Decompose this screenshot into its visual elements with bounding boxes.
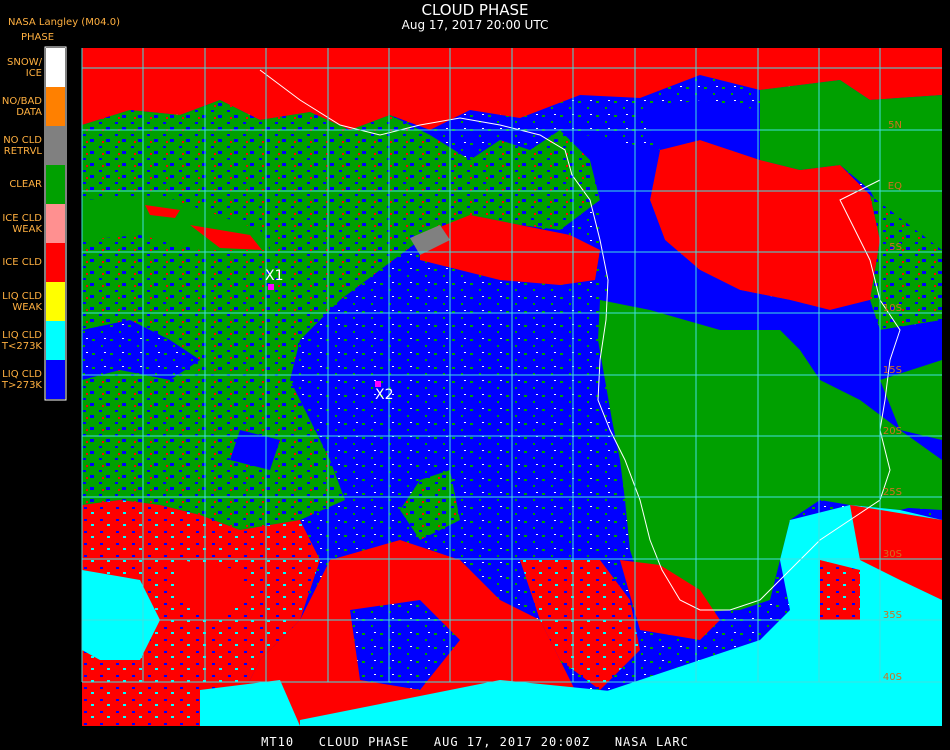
latitude-label: 15S — [883, 365, 902, 376]
marker-x2-label: X2 — [375, 387, 394, 403]
legend-label: ICE CLD WEAK — [2, 212, 42, 235]
latitude-label: 10S — [883, 303, 902, 314]
legend-swatch — [46, 321, 65, 360]
legend-swatch — [46, 87, 65, 126]
marker-x1-label: X1 — [265, 268, 284, 284]
latitude-label: 40S — [883, 672, 902, 683]
legend-swatch — [46, 126, 65, 165]
legend-swatch — [46, 204, 65, 243]
legend-label: LIQ CLD T>273K — [1, 368, 42, 391]
cloud-phase-map: 5N EQ 5S 10S 15S 20S 25S 30S 35S 40S — [44, 46, 942, 726]
latitude-label: 5S — [889, 242, 902, 253]
latitude-label: 5N — [888, 120, 902, 131]
legend-swatch — [46, 282, 65, 321]
legend-swatch — [46, 165, 65, 204]
latitude-label: 20S — [883, 426, 902, 437]
marker-x1-point — [268, 284, 274, 290]
page-title: CLOUD PHASE — [421, 1, 529, 19]
latitude-label: 30S — [883, 549, 902, 560]
legend-title: PHASE — [21, 32, 55, 43]
legend-label: SNOW/ ICE — [7, 56, 42, 79]
legend-swatch — [46, 48, 65, 87]
timestamp-subtitle: Aug 17, 2017 20:00 UTC — [401, 18, 549, 32]
latitude-label: 35S — [883, 610, 902, 621]
legend-swatch — [46, 360, 65, 399]
latitude-label: EQ — [888, 181, 902, 192]
legend-label: CLEAR — [9, 179, 42, 190]
legend-swatch — [46, 243, 65, 282]
legend-label: LIQ CLD T<273K — [1, 329, 42, 352]
legend-label: NO/BAD DATA — [1, 95, 42, 118]
producer-label: NASA Langley (M04.0) — [8, 17, 120, 28]
legend-label: LIQ CLD WEAK — [2, 290, 42, 313]
legend-label: NO CLD RETRVL — [3, 134, 42, 157]
legend-label: ICE CLD — [2, 257, 42, 268]
footer-caption: MT10 CLOUD PHASE AUG 17, 2017 20:00Z NAS… — [261, 735, 689, 749]
latitude-label: 25S — [883, 487, 902, 498]
